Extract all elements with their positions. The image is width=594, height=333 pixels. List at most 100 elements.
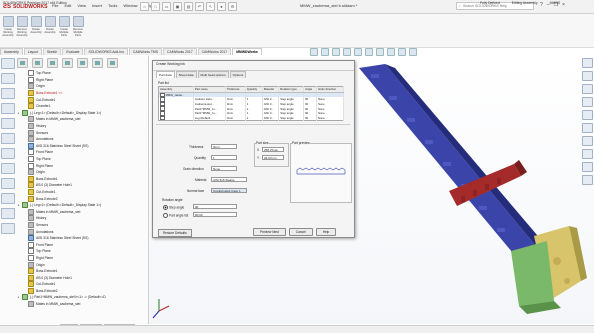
tree-item[interactable]: AISI 316 Stainless Steel Sheet (SS): [18, 142, 146, 150]
tree-item[interactable]: ▸ (-) Leg<1> (Default<<Default>_Display S…: [18, 109, 146, 117]
property-manager-tab-icon[interactable]: [32, 58, 43, 68]
hide-show-icon[interactable]: [376, 48, 384, 56]
scene-icon[interactable]: [398, 48, 406, 56]
select-icon[interactable]: ↖: [206, 2, 215, 11]
explode-icon[interactable]: [1, 193, 15, 204]
tab-camworks-2017[interactable]: CAMWorks 2017: [163, 48, 197, 55]
tree-item[interactable]: Front Plane: [18, 149, 146, 156]
tree-item[interactable]: Top Plane: [18, 156, 146, 163]
display-style-icon[interactable]: [365, 48, 373, 56]
tab-multi-head-options[interactable]: Multi head options: [197, 71, 229, 78]
undo-icon[interactable]: ↶: [195, 2, 204, 11]
tree-item[interactable]: Sensors: [18, 129, 146, 136]
tab-sketch[interactable]: Sketch: [42, 48, 62, 55]
extra-pane-icon[interactable]: [581, 175, 593, 185]
tab-mmwdworks[interactable]: MMWDWorks: [232, 48, 262, 55]
tree-item[interactable]: Right Plane: [18, 162, 146, 169]
tree-item[interactable]: Cut-Extrude1: [18, 188, 146, 196]
view-palette-icon[interactable]: [581, 97, 593, 107]
tree-item[interactable]: Origin: [18, 261, 146, 268]
previous-view-icon[interactable]: [332, 48, 340, 56]
options-icon[interactable]: ⚙: [228, 2, 237, 11]
forum-icon[interactable]: [581, 136, 593, 146]
tree-item[interactable]: Boss-Extrude2: [18, 287, 146, 295]
material-select[interactable]: AISI 316 Stainle: [211, 177, 247, 182]
print-icon[interactable]: ▤: [184, 2, 193, 11]
tree-item[interactable]: Top Plane: [18, 70, 146, 77]
zoom-area-icon[interactable]: [321, 48, 329, 56]
menu-insert[interactable]: Insert: [92, 3, 102, 8]
tree-item[interactable]: Boss-Extrude1 <<: [18, 90, 146, 97]
row-checkbox[interactable]: [160, 115, 165, 121]
configuration-tab-icon[interactable]: [47, 58, 58, 68]
view-settings-icon[interactable]: [409, 48, 417, 56]
file-explorer-icon[interactable]: [581, 84, 593, 94]
tree-item[interactable]: Chamfer1: [18, 103, 146, 110]
tree-item[interactable]: Origin: [18, 83, 146, 90]
rebuild-icon[interactable]: ●: [217, 2, 226, 11]
preview-nest-button[interactable]: Preview Nest: [253, 228, 286, 236]
appearances-icon[interactable]: [581, 110, 593, 120]
filter-icon[interactable]: [1, 58, 15, 69]
close-icon[interactable]: ×: [562, 2, 565, 8]
part-angle-list-input[interactable]: 90;90: [193, 212, 237, 217]
nesting-pane-icon[interactable]: [581, 162, 593, 172]
design-library-icon[interactable]: [581, 71, 593, 81]
dimxpert-tab-icon[interactable]: [62, 58, 73, 68]
cancel-button[interactable]: Cancel: [288, 228, 313, 236]
feature-tree-tab-icon[interactable]: [17, 58, 28, 68]
camworks-tab-icon[interactable]: [92, 58, 103, 68]
normal-face-input[interactable]: Cut-Extrude1 Face 1: [211, 188, 247, 193]
remove-multiple-parts-button[interactable]: Remove Multiple Parts: [72, 16, 84, 37]
create-multiple-parts-button[interactable]: Create Multiple Parts: [58, 16, 70, 37]
menu-view[interactable]: View: [77, 3, 86, 8]
zoom-fit-icon[interactable]: [310, 48, 318, 56]
camworks-icon[interactable]: [1, 148, 15, 159]
save-icon[interactable]: ▣: [173, 2, 182, 11]
display-icon[interactable]: [1, 133, 15, 144]
tree-item[interactable]: Top Plane: [18, 248, 146, 255]
view-orientation-icon[interactable]: [354, 48, 362, 56]
tab-part-data[interactable]: Part data: [156, 71, 175, 78]
tab-assembly[interactable]: Assembly: [0, 48, 23, 55]
tree-item[interactable]: Annotations: [18, 136, 146, 143]
open-icon[interactable]: ▭: [162, 2, 171, 11]
tree-item[interactable]: Sensors: [18, 221, 146, 229]
step-angle-input[interactable]: 90: [193, 204, 237, 209]
tree-item[interactable]: Ø3.0 (3) Diameter Hole1: [18, 182, 146, 189]
tab-addins[interactable]: SOLIDWORKS Add-Ins: [84, 48, 128, 55]
table-row[interactable]: Leg (Default... 3mm 2 AISI 3... Step angle 90…: [158, 115, 345, 121]
tree-item[interactable]: Mates in MMW_zaubema_stel: [18, 208, 146, 215]
menu-tools[interactable]: Tools: [108, 3, 117, 8]
rotate-assembly-button[interactable]: Rotate Assembly: [30, 16, 42, 34]
create-working-assembly-button[interactable]: Create Working Assembly: [2, 16, 14, 37]
config-icon[interactable]: [1, 103, 15, 114]
new-icon[interactable]: □: [151, 2, 160, 11]
tree-icon[interactable]: [1, 73, 15, 84]
grain-direction-select[interactable]: None: [211, 166, 237, 171]
help-button[interactable]: Help: [315, 228, 337, 236]
tab-camworks-2017-b[interactable]: CAMWorks 2017: [197, 48, 232, 55]
section-view-icon[interactable]: [343, 48, 351, 56]
display-manager-tab-icon[interactable]: [77, 58, 88, 68]
more-tabs-icon[interactable]: [107, 58, 118, 68]
tree-item[interactable]: Annotations: [18, 228, 146, 235]
part-angle-list-radio[interactable]: Part angle list: [163, 213, 188, 218]
unit-system-selector[interactable]: MMGS: [550, 1, 561, 5]
tree-item[interactable]: Boss-Extrude1: [18, 268, 146, 275]
tree-item[interactable]: Boss-Extrude2: [18, 195, 146, 202]
motion-icon[interactable]: [1, 208, 15, 219]
mates-icon[interactable]: [1, 178, 15, 189]
tree-item[interactable]: History: [18, 215, 146, 222]
expand-arrow-icon[interactable]: ▸: [18, 111, 20, 115]
tree-item[interactable]: Right Plane: [18, 76, 146, 84]
tree-item[interactable]: ▸ (-) Part1^MMW_zaubema_stel b<1> -> (Def…: [18, 294, 146, 301]
edit-appearance-icon[interactable]: [387, 48, 395, 56]
tree-item[interactable]: Mates in MMW_zaubema_stel: [18, 116, 146, 123]
restore-defaults-button[interactable]: Restore Defaults: [158, 229, 192, 237]
dimxpert-icon[interactable]: [1, 118, 15, 129]
tree-item[interactable]: Cut-Extrude1: [18, 281, 146, 288]
rotate-assembly-button-2[interactable]: Rotate Assembly: [44, 16, 56, 34]
tab-camworks-tms[interactable]: CAMWorks TMS: [128, 48, 163, 55]
tree-item[interactable]: Cut-Extrude1: [18, 96, 146, 103]
